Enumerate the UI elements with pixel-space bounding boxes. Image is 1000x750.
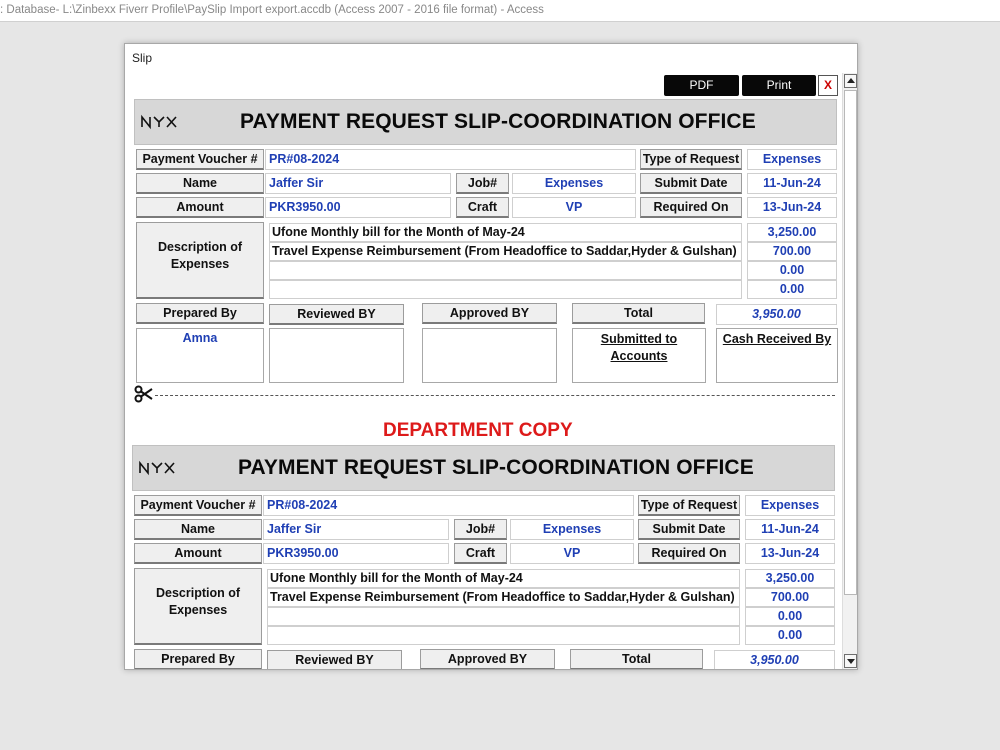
voucher-value[interactable]: PR#08-2024 <box>265 149 636 170</box>
expense-amount-2[interactable]: 700.00 <box>745 588 835 607</box>
slip-form-window: Slip PDF Print X PAYMENT REQUEST SLIP-CO… <box>124 43 858 670</box>
department-copy-heading: DEPARTMENT COPY <box>383 420 573 441</box>
slip-title: PAYMENT REQUEST SLIP-COORDINATION OFFICE <box>240 110 756 133</box>
required-on-label: Required On <box>640 197 742 218</box>
cut-line <box>155 395 835 396</box>
expense-description-2[interactable]: Travel Expense Reimbursement (From Heado… <box>267 588 740 607</box>
job-label: Job# <box>456 173 509 194</box>
expense-amount-4[interactable]: 0.00 <box>745 626 835 645</box>
expense-amount-4[interactable]: 0.00 <box>747 280 837 299</box>
submitted-to-accounts-label: Submitted to Accounts <box>600 332 678 363</box>
scissors-icon <box>134 385 153 403</box>
amount-value[interactable]: PKR3950.00 <box>263 543 449 564</box>
slip-title: PAYMENT REQUEST SLIP-COORDINATION OFFICE <box>238 456 754 479</box>
reviewed-by-label: Reviewed BY <box>267 650 402 669</box>
expense-amount-1[interactable]: 3,250.00 <box>747 223 837 242</box>
app-title: : Database- L:\Zinbexx Fiverr Profile\Pa… <box>0 4 544 16</box>
total-label: Total <box>572 303 705 324</box>
type-of-request-label: Type of Request <box>640 149 742 170</box>
prepared-by-box: Amna <box>136 328 264 383</box>
name-label: Name <box>136 173 264 194</box>
amount-value[interactable]: PKR3950.00 <box>265 197 451 218</box>
close-button[interactable]: X <box>818 75 838 96</box>
nyx-logo <box>139 460 175 476</box>
total-label: Total <box>570 649 703 669</box>
form-caption: Slip <box>132 51 153 65</box>
name-value[interactable]: Jaffer Sir <box>265 173 451 194</box>
print-button[interactable]: Print <box>742 75 816 96</box>
app-title-bar: : Database- L:\Zinbexx Fiverr Profile\Pa… <box>0 0 1000 22</box>
expense-amount-2[interactable]: 700.00 <box>747 242 837 261</box>
description-label: Description of Expenses <box>134 568 262 645</box>
voucher-value[interactable]: PR#08-2024 <box>263 495 634 516</box>
nyx-logo <box>141 114 177 130</box>
expense-description-2[interactable]: Travel Expense Reimbursement (From Heado… <box>269 242 742 261</box>
amount-label: Amount <box>136 197 264 218</box>
expense-amount-3[interactable]: 0.00 <box>747 261 837 280</box>
expense-description-3[interactable] <box>267 607 740 626</box>
submit-date-value[interactable]: 11-Jun-24 <box>745 519 835 540</box>
name-value[interactable]: Jaffer Sir <box>263 519 449 540</box>
craft-value[interactable]: VP <box>512 197 636 218</box>
slip-header: PAYMENT REQUEST SLIP-COORDINATION OFFICE <box>134 99 837 145</box>
craft-label: Craft <box>456 197 509 218</box>
approved-by-label: Approved BY <box>420 649 555 669</box>
job-value[interactable]: Expenses <box>510 519 634 540</box>
amount-label: Amount <box>134 543 262 564</box>
approved-by-box <box>422 328 557 383</box>
type-of-request-value[interactable]: Expenses <box>745 495 835 516</box>
scroll-up-button[interactable] <box>844 74 857 88</box>
prepared-by-label: Prepared By <box>136 303 264 324</box>
expense-description-1[interactable]: Ufone Monthly bill for the Month of May-… <box>269 223 742 242</box>
required-on-value[interactable]: 13-Jun-24 <box>747 197 837 218</box>
job-value[interactable]: Expenses <box>512 173 636 194</box>
pdf-button[interactable]: PDF <box>664 75 739 96</box>
job-label: Job# <box>454 519 507 540</box>
name-label: Name <box>134 519 262 540</box>
craft-value[interactable]: VP <box>510 543 634 564</box>
office-copy-slip: PAYMENT REQUEST SLIP-COORDINATION OFFICE… <box>125 99 857 439</box>
submit-date-label: Submit Date <box>640 173 742 194</box>
total-value[interactable]: 3,950.00 <box>714 650 835 669</box>
expense-amount-1[interactable]: 3,250.00 <box>745 569 835 588</box>
approved-by-label: Approved BY <box>422 303 557 324</box>
required-on-value[interactable]: 13-Jun-24 <box>745 543 835 564</box>
type-of-request-value[interactable]: Expenses <box>747 149 837 170</box>
prepared-by-value[interactable]: Amna <box>137 331 263 345</box>
submit-date-label: Submit Date <box>638 519 740 540</box>
cash-received-by-label: Cash Received By <box>722 332 832 346</box>
expense-description-4[interactable] <box>267 626 740 645</box>
voucher-label: Payment Voucher # <box>136 149 264 170</box>
cash-received-by-box: Cash Received By <box>716 328 838 383</box>
description-label: Description of Expenses <box>136 222 264 299</box>
prepared-by-label: Prepared By <box>134 649 262 669</box>
arrow-up-icon <box>847 78 855 83</box>
voucher-label: Payment Voucher # <box>134 495 262 516</box>
reviewed-by-label: Reviewed BY <box>269 304 404 325</box>
reviewed-by-box <box>269 328 404 383</box>
expense-description-4[interactable] <box>269 280 742 299</box>
expense-description-3[interactable] <box>269 261 742 280</box>
expense-amount-3[interactable]: 0.00 <box>745 607 835 626</box>
department-copy-slip: PAYMENT REQUEST SLIP-COORDINATION OFFICE… <box>125 445 857 669</box>
craft-label: Craft <box>454 543 507 564</box>
submitted-to-accounts-box: Submitted to Accounts <box>572 328 706 383</box>
type-of-request-label: Type of Request <box>638 495 740 516</box>
slip-header: PAYMENT REQUEST SLIP-COORDINATION OFFICE <box>132 445 835 491</box>
required-on-label: Required On <box>638 543 740 564</box>
submit-date-value[interactable]: 11-Jun-24 <box>747 173 837 194</box>
expense-description-1[interactable]: Ufone Monthly bill for the Month of May-… <box>267 569 740 588</box>
total-value[interactable]: 3,950.00 <box>716 304 837 325</box>
